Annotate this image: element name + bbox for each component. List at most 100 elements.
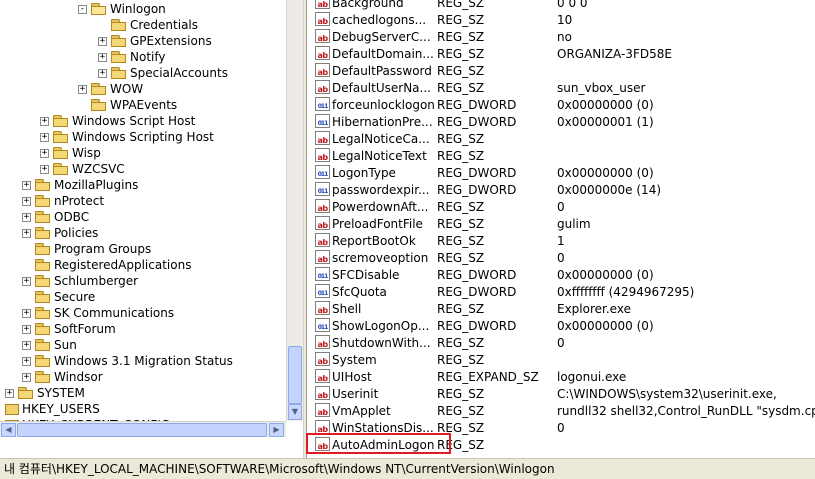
expand-icon[interactable]: + (22, 324, 31, 334)
tree-item[interactable]: + Sun (22, 337, 77, 353)
tree-item[interactable]: + SK Communications (22, 305, 174, 321)
value-type: REG_DWORD (437, 115, 517, 129)
registry-value-row[interactable]: ab DebugServerC... REG_SZ no (307, 29, 815, 46)
expand-icon[interactable]: + (22, 212, 31, 222)
registry-value-row[interactable]: ab ShutdownWith... REG_SZ 0 (307, 335, 815, 352)
tree-item[interactable]: + Windows 3.1 Migration Status (22, 353, 233, 369)
tree-horizontal-scrollbar[interactable]: ◀ ▶ (0, 421, 286, 437)
tree-item[interactable]: - Winlogon (78, 1, 166, 17)
dword-value-icon: 011 (315, 284, 330, 298)
tree-horizontal-scroll-thumb[interactable] (17, 423, 267, 437)
tree-item[interactable]: WPAEvents (78, 97, 177, 113)
registry-value-row[interactable]: ab Background REG_SZ 0 0 0 (307, 0, 815, 12)
registry-value-row[interactable]: 011 passwordexpir... REG_DWORD 0x0000000e (… (307, 182, 815, 199)
tree-item[interactable]: + MozillaPlugins (22, 177, 138, 193)
registry-value-row[interactable]: 011 SfcQuota REG_DWORD 0xffffffff (42949672… (307, 284, 815, 301)
registry-value-row[interactable]: ab LegalNoticeCa... REG_SZ (307, 131, 815, 148)
tree-item[interactable]: + WOW (78, 81, 143, 97)
tree-item[interactable]: Secure (22, 289, 95, 305)
expand-icon[interactable]: + (40, 116, 49, 126)
registry-value-row[interactable]: ab Userinit REG_SZ C:\WINDOWS\system32\user… (307, 386, 815, 403)
tree-vertical-scrollbar[interactable]: ▼ (286, 0, 303, 421)
expand-icon[interactable]: + (40, 132, 49, 142)
registry-value-row[interactable]: ab cachedlogons... REG_SZ 10 (307, 12, 815, 29)
registry-value-row[interactable]: 011 HibernationPre... REG_DWORD 0x00000001 … (307, 114, 815, 131)
registry-key-tree[interactable]: - Winlogon Credentials + GPExtensions + Notify… (0, 0, 303, 437)
expand-icon[interactable]: + (78, 84, 87, 94)
tree-item[interactable]: + nProtect (22, 193, 104, 209)
registry-value-row[interactable]: ab System REG_SZ (307, 352, 815, 369)
expand-icon[interactable]: + (22, 228, 31, 238)
registry-value-row[interactable]: ab PowerdownAft... REG_SZ 0 (307, 199, 815, 216)
tree-item[interactable]: Program Groups (22, 241, 151, 257)
tree-item[interactable]: Credentials (98, 17, 198, 33)
folder-icon (111, 35, 127, 47)
registry-values-list[interactable]: ab Background REG_SZ 0 0 0 ab cachedlogons...… (307, 0, 815, 458)
registry-value-row[interactable]: ab DefaultDomain... REG_SZ ORGANIZA-3FD58E (307, 46, 815, 63)
registry-value-row[interactable]: ab Shell REG_SZ Explorer.exe (307, 301, 815, 318)
tree-item[interactable]: RegisteredApplications (22, 257, 191, 273)
tree-item[interactable]: + Notify (98, 49, 165, 65)
tree-item[interactable]: + SoftForum (22, 321, 116, 337)
string-value-icon: ab (315, 386, 330, 400)
expand-icon[interactable]: + (22, 180, 31, 190)
registry-value-row[interactable]: 011 forceunlocklogon REG_DWORD 0x00000000 (… (307, 97, 815, 114)
tree-item[interactable]: + Windsor (22, 369, 103, 385)
tree-item[interactable]: + ODBC (22, 209, 89, 225)
value-data: 0 0 0 (557, 0, 588, 10)
expand-icon[interactable]: + (22, 340, 31, 350)
tree-vertical-scroll-thumb[interactable] (288, 346, 302, 404)
expand-icon[interactable]: + (98, 68, 107, 78)
string-value-icon: ab (315, 352, 330, 366)
registry-hive-icon (5, 403, 19, 415)
value-data: logonui.exe (557, 370, 627, 384)
registry-value-row[interactable]: ab UIHost REG_EXPAND_SZ logonui.exe (307, 369, 815, 386)
string-value-icon: ab (315, 0, 330, 9)
expand-icon[interactable]: + (22, 356, 31, 366)
value-type: REG_SZ (437, 217, 485, 231)
tree-item[interactable]: + GPExtensions (98, 33, 212, 49)
value-data: 0xffffffff (4294967295) (557, 285, 695, 299)
expand-icon[interactable]: + (98, 36, 107, 46)
tree-item[interactable]: + SpecialAccounts (98, 65, 228, 81)
registry-value-row[interactable]: ab ReportBootOk REG_SZ 1 (307, 233, 815, 250)
value-type: REG_SZ (437, 13, 485, 27)
expand-icon[interactable]: + (5, 388, 14, 398)
folder-icon (91, 99, 107, 111)
expand-icon[interactable]: + (22, 196, 31, 206)
value-type: REG_DWORD (437, 166, 517, 180)
registry-value-row[interactable]: ab DefaultPassword REG_SZ (307, 63, 815, 80)
registry-value-row[interactable]: 011 LogonType REG_DWORD 0x00000000 (0) (307, 165, 815, 182)
scroll-left-arrow-icon[interactable]: ◀ (1, 423, 16, 437)
tree-item[interactable]: + Policies (22, 225, 98, 241)
registry-value-row[interactable]: ab DefaultUserNa... REG_SZ sun_vbox_user (307, 80, 815, 97)
expand-icon[interactable]: + (22, 308, 31, 318)
string-value-icon: ab (315, 199, 330, 213)
collapse-icon[interactable]: - (78, 4, 87, 14)
tree-item[interactable]: + SYSTEM (5, 385, 85, 401)
tree-item[interactable]: + Wisp (40, 145, 101, 161)
tree-item[interactable]: + Windows Scripting Host (40, 129, 214, 145)
scroll-right-arrow-icon[interactable]: ▶ (269, 423, 284, 437)
expand-icon[interactable]: + (98, 52, 107, 62)
tree-item[interactable]: + WZCSVC (40, 161, 125, 177)
registry-value-row[interactable]: ab PreloadFontFile REG_SZ gulim (307, 216, 815, 233)
tree-item-label: nProtect (54, 194, 105, 208)
expand-icon[interactable]: + (22, 276, 31, 286)
registry-value-row[interactable]: ab LegalNoticeText REG_SZ (307, 148, 815, 165)
registry-value-row[interactable]: 011 SFCDisable REG_DWORD 0x00000000 (0) (307, 267, 815, 284)
tree-item[interactable]: + Windows Script Host (40, 113, 195, 129)
tree-item[interactable]: + Schlumberger (22, 273, 138, 289)
registry-value-row[interactable]: 011 ShowLogonOp... REG_DWORD 0x00000000 (0) (307, 318, 815, 335)
expand-icon[interactable]: + (40, 148, 49, 158)
registry-value-row[interactable]: ab VmApplet REG_SZ rundll32 shell32,Control… (307, 403, 815, 420)
tree-item-label: Notify (130, 50, 166, 64)
expand-icon[interactable]: + (22, 372, 31, 382)
registry-value-row[interactable]: ab scremoveoption REG_SZ 0 (307, 250, 815, 267)
tree-item[interactable]: HKEY_USERS (5, 401, 100, 417)
expand-icon[interactable]: + (40, 164, 49, 174)
scroll-down-arrow-icon[interactable]: ▼ (288, 404, 302, 420)
